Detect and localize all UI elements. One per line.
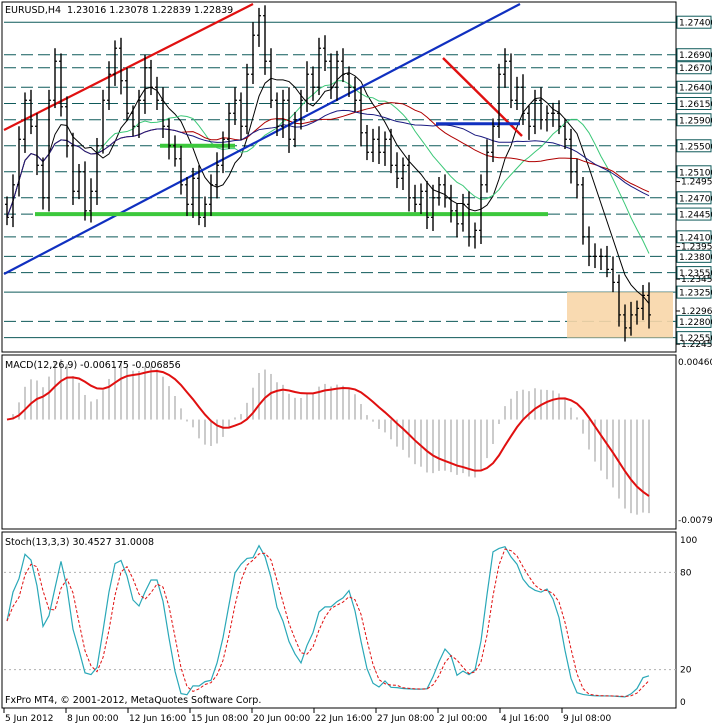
price-axis-label: 1.2345 — [681, 275, 712, 285]
macd-header: MACD(12,26,9) -0.006175 -0.006856 — [5, 360, 181, 371]
price-level-label: 1.23800 — [679, 253, 712, 263]
price-level-label: 1.27400 — [679, 19, 712, 29]
macd-axis-label: -0.007940 — [678, 516, 712, 526]
chart-window: 1.27400 1.26900 1.26700 1.26400 1.26150 1.259… — [1, 1, 712, 724]
price-axis-label: 1.2395 — [681, 243, 712, 253]
macd-axis-label: 0.004600 — [678, 358, 712, 368]
price-level-label: 1.22800 — [679, 318, 712, 328]
time-axis-label: 15 Jun 08:00 — [191, 714, 248, 724]
macd-pane — [1, 354, 677, 530]
price-header-ohlc: 1.23016 1.23078 1.22839 1.22839 — [67, 5, 233, 16]
stoch-header: Stoch(13,3,3) 30.4527 31.0008 — [5, 537, 154, 548]
time-axis-label: 22 Jun 16:00 — [315, 714, 372, 724]
price-level-label: 1.26400 — [679, 84, 712, 94]
price-level-label: 1.25500 — [679, 142, 712, 152]
stoch-axis-label: 0 — [680, 698, 686, 708]
time-axis-label: 2 Jul 00:00 — [439, 714, 488, 724]
time-axis-label: 4 Jul 16:00 — [501, 714, 550, 724]
price-axis-label: 1.2245 — [681, 340, 712, 350]
stoch-pane — [1, 531, 677, 709]
time-axis-label: 9 Jul 08:00 — [563, 714, 612, 724]
time-axis-label: 8 Jun 00:00 — [67, 714, 119, 724]
time-axis-label: 27 Jun 08:00 — [377, 714, 434, 724]
time-axis-label: 12 Jun 16:00 — [129, 714, 186, 724]
price-header-symbol: EURUSD,H4 — [5, 5, 61, 16]
price-level-label: 1.24700 — [679, 194, 712, 204]
price-level-label: 1.24450 — [679, 211, 712, 221]
price-axis-label: 1.2296 — [681, 307, 712, 317]
price-level-label: 1.23250 — [679, 289, 712, 299]
time-axis-label: 20 Jun 00:00 — [253, 714, 310, 724]
price-level-label: 1.25900 — [679, 116, 712, 126]
time-axis-label: 5 Jun 2012 — [5, 714, 53, 724]
price-axis-label: 1.2495 — [681, 178, 712, 188]
price-level-label: 1.26700 — [679, 64, 712, 74]
stoch-axis-label: 20 — [680, 666, 692, 676]
copyright-text: FxPro MT4, © 2001-2012, MetaQuotes Softw… — [5, 695, 261, 706]
price-level-label: 1.26150 — [679, 100, 712, 110]
price-level-label: 1.26900 — [679, 51, 712, 61]
stoch-axis-label: 100 — [680, 536, 697, 546]
stoch-axis-label: 80 — [680, 568, 692, 578]
